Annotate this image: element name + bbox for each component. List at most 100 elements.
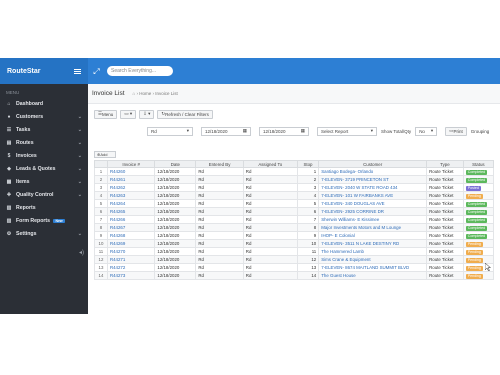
- print-button[interactable]: ▭ Print: [445, 126, 467, 136]
- customer-link[interactable]: 7-ELEVEN- 3511 N LAKE DESTINY RD: [318, 239, 428, 248]
- show-total-select[interactable]: No ▾: [415, 126, 438, 136]
- table-row[interactable]: 3 R44262 12/18/2020 Rd Rd 3 7-ELEVEN- 2040 W S…: [94, 183, 495, 192]
- status-badge: Pending: [465, 241, 483, 247]
- add-button[interactable]: ⊕ Add: [94, 151, 116, 158]
- customer-link[interactable]: Santiago Bodega- Orlando: [318, 167, 428, 176]
- table-row[interactable]: 9 R44268 12/18/2020 Rd Rd 9 IHOP- E Colonial Ro…: [94, 231, 495, 240]
- sidebar-item-settings[interactable]: ⚙ Settings ⌄: [0, 227, 88, 240]
- sidebar-item-form-reports[interactable]: ▥ Form Reports New: [0, 214, 88, 227]
- customer-link[interactable]: 7-ELEVEN- 340 DOUGLAS AVE: [318, 199, 428, 208]
- status-badge: Completed: [465, 233, 488, 239]
- entered-by-cell: Rd: [195, 247, 244, 256]
- sidebar-item-leads-quotes[interactable]: ◆ Leads & Quotes ⌄: [0, 162, 88, 175]
- refresh-button[interactable]: ↻ Refresh / Clear Filters: [157, 109, 213, 119]
- column-header[interactable]: Date: [154, 160, 197, 168]
- invoice-number-link[interactable]: R44260: [106, 167, 156, 176]
- sidebar-item-dashboard[interactable]: ⌂ Dashboard: [0, 97, 88, 110]
- column-header[interactable]: Status: [462, 160, 495, 168]
- invoice-number-link[interactable]: R44264: [106, 199, 156, 208]
- stop-cell: 2: [296, 175, 320, 184]
- column-header[interactable]: Type: [426, 160, 464, 168]
- sidebar-item-invoices[interactable]: $ Invoices ⌄: [0, 149, 88, 162]
- date-from-field[interactable]: 12/18/2020 ▦: [201, 126, 251, 136]
- stop-cell: 5: [296, 199, 320, 208]
- search-placeholder: Search Everything...: [111, 68, 157, 74]
- table-row[interactable]: 2 R44261 12/18/2020 Rd Rd 2 7-ELEVEN- 3719 PRI…: [94, 175, 495, 184]
- menu-button[interactable]: ☰ Menu: [94, 109, 118, 119]
- date-to-field[interactable]: 12/18/2020 ▦: [259, 126, 309, 136]
- assigned-to-cell: Rd: [242, 231, 298, 240]
- sidebar-item-items[interactable]: ▦ Items ⌄: [0, 175, 88, 188]
- grouping-label[interactable]: Grouping: [471, 129, 490, 134]
- table-row[interactable]: 11 R44270 12/18/2020 Rd Rd 11 The Hammered Lam…: [94, 247, 495, 256]
- sidebar-item-tasks[interactable]: ☰ Tasks ⌄: [0, 123, 88, 136]
- chevron-down-icon: ▾: [430, 128, 434, 133]
- table-row[interactable]: 6 R44265 12/18/2020 Rd Rd 6 7-ELEVEN- 2925 COR…: [94, 207, 495, 216]
- invoice-number-link[interactable]: R44273: [106, 271, 156, 280]
- customer-link[interactable]: 7-ELEVEN- 8674 MAITLAND SUMMIT BLVD: [318, 263, 428, 272]
- customer-link[interactable]: 7-ELEVEN- 2040 W STATE ROAD 434: [318, 183, 428, 192]
- invoice-number-link[interactable]: R44268: [106, 231, 156, 240]
- export-dropdown-button[interactable]: ⇩ ▾: [139, 109, 155, 119]
- hamburger-icon[interactable]: [74, 68, 81, 74]
- invoice-number-link[interactable]: R44272: [106, 263, 156, 272]
- home-icon[interactable]: ⌂: [133, 91, 136, 96]
- show-total-value: No: [419, 128, 425, 134]
- collapse-sidebar-icon[interactable]: ◂): [79, 249, 84, 256]
- row-number: 14: [94, 271, 108, 280]
- invoice-number-link[interactable]: R44270: [106, 247, 156, 256]
- column-header[interactable]: Assigned To: [242, 160, 298, 168]
- customer-link[interactable]: 7-ELEVEN- 3719 PRINCETON ST: [318, 175, 428, 184]
- invoice-number-link[interactable]: R44269: [106, 239, 156, 248]
- entered-by-cell: Rd: [195, 175, 244, 184]
- sidebar-item-customers[interactable]: ● Customers ⌄: [0, 110, 88, 123]
- invoice-number-link[interactable]: R44261: [106, 175, 156, 184]
- date-cell: 12/18/2020: [154, 175, 197, 184]
- table-row[interactable]: 1 R44260 12/18/2020 Rd Rd 1 Santiago Bodega- O…: [94, 167, 495, 176]
- status-badge: Pending: [465, 249, 483, 255]
- customer-link[interactable]: Sims Crane & Equipment: [318, 255, 428, 264]
- invoice-number-link[interactable]: R44265: [106, 207, 156, 216]
- sidebar-item-quality-control[interactable]: ✚ Quality Control ⌄: [0, 188, 88, 201]
- status-cell: Pending: [462, 239, 495, 248]
- invoice-number-link[interactable]: R44266: [106, 215, 156, 224]
- table-row[interactable]: 10 R44269 12/18/2020 Rd Rd 10 7-ELEVEN- 3511 N…: [94, 239, 495, 248]
- table-row[interactable]: 8 R44267 12/18/2020 Rd Rd 8 Major Investments …: [94, 223, 495, 232]
- customer-link[interactable]: Major Investments Motors and M Lounge: [318, 223, 428, 232]
- row-number: 11: [94, 247, 108, 256]
- column-header[interactable]: Invoice #: [106, 160, 156, 168]
- stop-cell: 1: [296, 167, 320, 176]
- person-select[interactable]: Rd ▾: [147, 126, 193, 136]
- search-input[interactable]: Search Everything...: [107, 66, 173, 76]
- invoice-number-link[interactable]: R44262: [106, 183, 156, 192]
- column-header[interactable]: Customer: [318, 160, 428, 168]
- customer-link[interactable]: IHOP- E Colonial: [318, 231, 428, 240]
- invoice-number-link[interactable]: R44267: [106, 223, 156, 232]
- mouse-cursor-icon: [485, 263, 491, 271]
- customer-link[interactable]: 7-ELEVEN- 2925 CORRINE DR: [318, 207, 428, 216]
- sidebar-item-routes[interactable]: ▤ Routes ⌄: [0, 136, 88, 149]
- status-badge: Posted: [465, 185, 481, 191]
- expand-icon[interactable]: ⤢: [92, 67, 101, 76]
- customer-link[interactable]: 7-ELEVEN- 101 W FAIRBANKS AVE: [318, 191, 428, 200]
- stop-cell: 12: [296, 255, 320, 264]
- invoice-number-link[interactable]: R44263: [106, 191, 156, 200]
- customer-link[interactable]: The Guest House: [318, 271, 428, 280]
- report-select[interactable]: Select Report ▾: [317, 126, 377, 136]
- table-row[interactable]: 13 R44272 12/18/2020 Rd Rd 13 7-ELEVEN- 8674 M…: [94, 263, 495, 272]
- invoice-number-link[interactable]: R44271: [106, 255, 156, 264]
- table-row[interactable]: 5 R44264 12/18/2020 Rd Rd 5 7-ELEVEN- 340 DOUG…: [94, 199, 495, 208]
- column-header[interactable]: Stop: [296, 160, 320, 168]
- customer-link[interactable]: Sherwin Williams- E Kissimee: [318, 215, 428, 224]
- table-row[interactable]: 12 R44271 12/18/2020 Rd Rd 12 Sims Crane & Equ…: [94, 255, 495, 264]
- print-dropdown-button[interactable]: ▭ ▾: [120, 109, 137, 119]
- breadcrumb-home[interactable]: Home: [139, 91, 151, 96]
- sidebar-item-label: Customers: [16, 113, 44, 120]
- column-header[interactable]: [94, 160, 108, 168]
- column-header[interactable]: Entered By: [195, 160, 244, 168]
- table-row[interactable]: 4 R44263 12/18/2020 Rd Rd 4 7-ELEVEN- 101 W FA…: [94, 191, 495, 200]
- sidebar-item-reports[interactable]: ▥ Reports: [0, 201, 88, 214]
- table-row[interactable]: 14 R44273 12/18/2020 Rd Rd 14 The Guest House R…: [94, 271, 495, 280]
- table-row[interactable]: 7 R44266 12/18/2020 Rd Rd 7 Sherwin Williams- …: [94, 215, 495, 224]
- customer-link[interactable]: The Hammered Lamb: [318, 247, 428, 256]
